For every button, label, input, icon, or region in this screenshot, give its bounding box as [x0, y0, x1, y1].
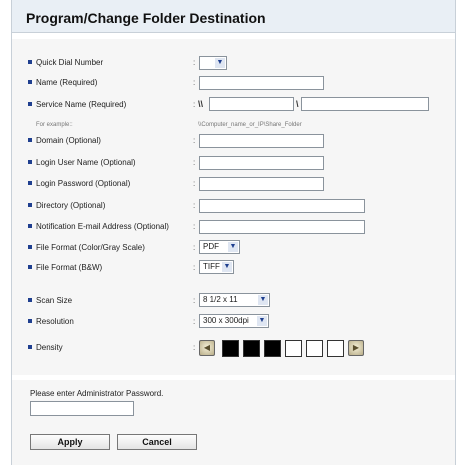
- page-header: Program/Change Folder Destination: [12, 0, 455, 33]
- colon: :: [193, 158, 196, 167]
- chevron-down-icon: ▼: [228, 242, 238, 252]
- arrow-left-icon: ◀: [203, 343, 211, 352]
- bullet-icon: [28, 80, 32, 84]
- service-folder-input[interactable]: [301, 97, 429, 111]
- file-format-bw-value: TIFF: [203, 262, 220, 271]
- chevron-down-icon: ▼: [222, 262, 232, 272]
- service-computer-input[interactable]: [209, 97, 294, 111]
- bullet-icon: [28, 245, 32, 249]
- arrow-right-icon: ▶: [352, 343, 360, 352]
- domain-input[interactable]: [199, 134, 324, 148]
- density-darker-button[interactable]: ▶: [348, 340, 364, 356]
- example-value: \\Computer_name_or_IP\Share_Folder: [198, 122, 302, 128]
- file-format-color-select[interactable]: PDF ▼: [199, 240, 240, 254]
- apply-button[interactable]: Apply: [30, 434, 110, 450]
- density-level-4[interactable]: [285, 340, 302, 357]
- bullet-icon: [28, 160, 32, 164]
- bullet-icon: [28, 345, 32, 349]
- colon: :: [193, 343, 196, 352]
- login-user-label: Login User Name (Optional): [28, 158, 136, 167]
- colon: :: [193, 58, 196, 67]
- file-format-bw-label: File Format (B&W): [28, 263, 102, 272]
- login-password-input[interactable]: [199, 177, 324, 191]
- bullet-icon: [28, 203, 32, 207]
- resolution-value: 300 x 300dpi: [203, 316, 249, 325]
- colon: :: [193, 317, 196, 326]
- quick-dial-label: Quick Dial Number: [28, 58, 103, 67]
- service-name-label: Service Name (Required): [28, 100, 126, 109]
- file-format-bw-select[interactable]: TIFF ▼: [199, 260, 234, 274]
- file-format-color-label: File Format (Color/Gray Scale): [28, 243, 145, 252]
- colon: :: [193, 100, 196, 109]
- scan-size-label: Scan Size: [28, 296, 72, 305]
- colon: :: [193, 78, 196, 87]
- colon: :: [193, 222, 196, 231]
- scan-size-select[interactable]: 8 1/2 x 11 ▼: [199, 293, 270, 307]
- colon: :: [193, 201, 196, 210]
- page-title: Program/Change Folder Destination: [26, 10, 266, 26]
- colon: :: [193, 136, 196, 145]
- notification-label: Notification E-mail Address (Optional): [28, 222, 169, 231]
- bullet-icon: [28, 298, 32, 302]
- name-input[interactable]: [199, 76, 324, 90]
- scan-size-value: 8 1/2 x 11: [203, 295, 238, 304]
- domain-label: Domain (Optional): [28, 136, 101, 145]
- density-level-6[interactable]: [327, 340, 344, 357]
- resolution-label: Resolution: [28, 317, 74, 326]
- chevron-down-icon: ▼: [257, 316, 267, 326]
- density-level-2[interactable]: [243, 340, 260, 357]
- colon: :: [193, 296, 196, 305]
- resolution-select[interactable]: 300 x 300dpi ▼: [199, 314, 269, 328]
- name-label: Name (Required): [28, 78, 97, 87]
- bullet-icon: [28, 60, 32, 64]
- service-separator: \: [296, 99, 299, 109]
- login-password-label: Login Password (Optional): [28, 179, 130, 188]
- density-level-3[interactable]: [264, 340, 281, 357]
- bullet-icon: [28, 181, 32, 185]
- colon: :: [193, 243, 196, 252]
- bullet-icon: [28, 319, 32, 323]
- chevron-down-icon: ▼: [258, 295, 268, 305]
- example-label: For example::: [36, 122, 73, 128]
- file-format-color-value: PDF: [203, 242, 219, 251]
- bullet-icon: [28, 265, 32, 269]
- colon: :: [193, 179, 196, 188]
- quick-dial-select[interactable]: ▼: [199, 56, 227, 70]
- service-prefix: \\: [198, 99, 204, 109]
- density-lighter-button[interactable]: ◀: [199, 340, 215, 356]
- admin-password-input[interactable]: [30, 401, 134, 416]
- admin-password-label: Please enter Administrator Password.: [30, 389, 164, 398]
- directory-input[interactable]: [199, 199, 365, 213]
- bullet-icon: [28, 138, 32, 142]
- colon: :: [193, 263, 196, 272]
- directory-label: Directory (Optional): [28, 201, 105, 210]
- density-label: Density: [28, 343, 63, 352]
- chevron-down-icon: ▼: [215, 58, 225, 68]
- notification-email-input[interactable]: [199, 220, 365, 234]
- bullet-icon: [28, 224, 32, 228]
- bullet-icon: [28, 102, 32, 106]
- cancel-button[interactable]: Cancel: [117, 434, 197, 450]
- density-level-1[interactable]: [222, 340, 239, 357]
- density-level-5[interactable]: [306, 340, 323, 357]
- login-user-input[interactable]: [199, 156, 324, 170]
